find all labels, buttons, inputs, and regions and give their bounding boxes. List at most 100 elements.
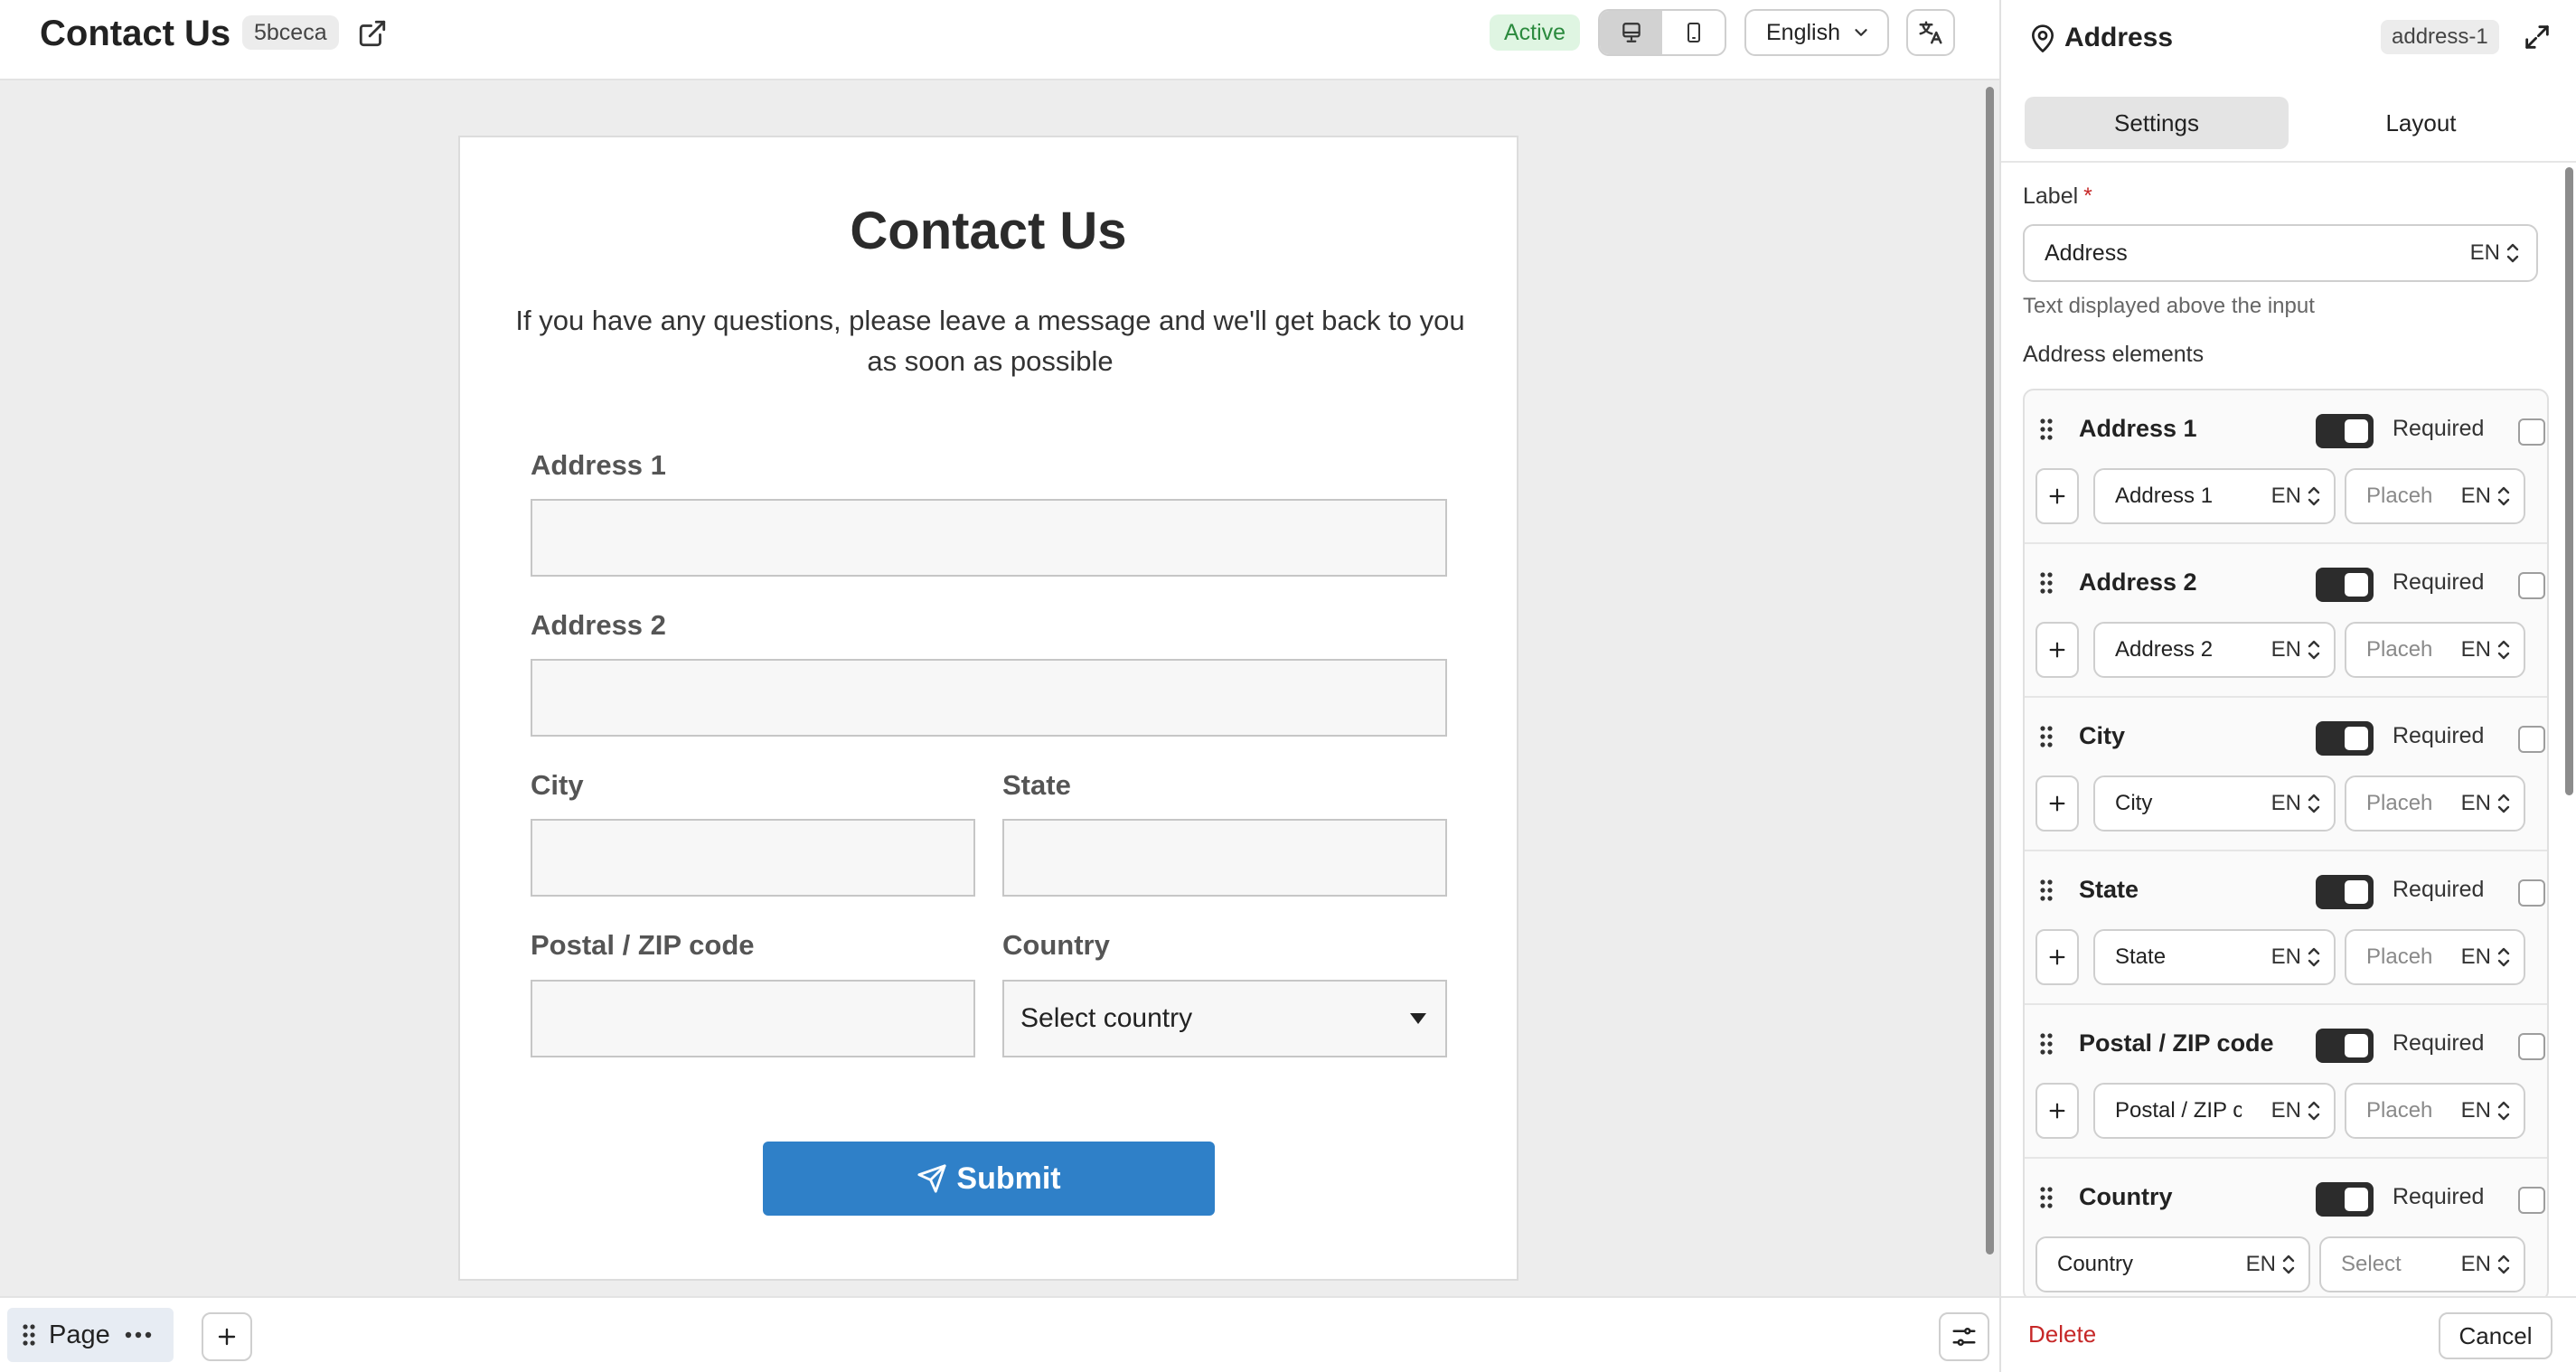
- mobile-view-button[interactable]: [1662, 11, 1725, 54]
- submit-button[interactable]: Submit: [763, 1142, 1215, 1216]
- add-element-button[interactable]: [2035, 468, 2079, 524]
- element-placeholder-value: Placeholder: [2366, 944, 2433, 969]
- lang-code: EN: [2460, 1252, 2491, 1276]
- chevron-up-down-icon: [2308, 947, 2320, 967]
- lang-code: EN: [2469, 240, 2500, 265]
- panel-footer: Delete Cancel: [2001, 1296, 2576, 1372]
- form-card: Contact Us If you have any questions, pl…: [458, 136, 1518, 1281]
- required-label: Required: [2393, 723, 2485, 748]
- lang-code: EN: [2245, 1252, 2276, 1276]
- add-element-button[interactable]: [2035, 622, 2079, 678]
- drag-handle-icon[interactable]: [2039, 571, 2054, 595]
- element-placeholder-lang-switch[interactable]: EN: [2461, 791, 2511, 816]
- element-placeholder-input[interactable]: Placeholder EN: [2345, 929, 2525, 985]
- drag-handle-icon[interactable]: [2039, 418, 2054, 441]
- element-placeholder-lang-switch[interactable]: EN: [2461, 1252, 2511, 1277]
- cancel-button[interactable]: Cancel: [2439, 1312, 2552, 1359]
- external-link-icon[interactable]: [357, 18, 388, 49]
- element-placeholder-input[interactable]: Placeholder EN: [2345, 775, 2525, 832]
- add-element-button[interactable]: [2035, 1083, 2079, 1139]
- drag-handle-icon[interactable]: [22, 1323, 36, 1347]
- element-label-lang-switch[interactable]: EN: [2271, 637, 2321, 663]
- country-select[interactable]: Select country: [1002, 980, 1447, 1057]
- lang-code: EN: [2460, 484, 2491, 508]
- label-input[interactable]: Address EN: [2023, 224, 2538, 282]
- plus-icon: [2049, 1103, 2065, 1119]
- drag-handle-icon[interactable]: [2039, 1032, 2054, 1056]
- page-settings-button[interactable]: [1939, 1312, 1989, 1361]
- address-elements-heading: Address elements: [2023, 342, 2205, 367]
- chevron-up-down-icon: [2282, 1255, 2295, 1274]
- drag-handle-icon[interactable]: [2039, 725, 2054, 748]
- city-input[interactable]: [531, 819, 975, 897]
- element-label-input[interactable]: Address 1 EN: [2093, 468, 2336, 524]
- element-label-lang-switch[interactable]: EN: [2271, 944, 2321, 970]
- required-checkbox[interactable]: [2518, 1187, 2545, 1214]
- element-visible-toggle[interactable]: [2316, 568, 2374, 602]
- required-checkbox[interactable]: [2518, 726, 2545, 753]
- address-element-row: State Required State EN Placeholder EN: [2025, 851, 2547, 1005]
- properties-panel: Address address-1 Settings Layout Label *…: [1999, 0, 2576, 1372]
- element-label-input[interactable]: Postal / ZIP code EN: [2093, 1083, 2336, 1139]
- address2-input[interactable]: [531, 659, 1447, 737]
- required-checkbox[interactable]: [2518, 879, 2545, 907]
- tab-layout[interactable]: Layout: [2289, 97, 2553, 149]
- lang-code: EN: [2270, 944, 2301, 969]
- postal-input[interactable]: [531, 980, 975, 1057]
- language-select[interactable]: English: [1744, 9, 1889, 56]
- element-placeholder-lang-switch[interactable]: EN: [2461, 1098, 2511, 1123]
- bottom-bar: [0, 1296, 1999, 1372]
- element-label-input[interactable]: State EN: [2093, 929, 2336, 985]
- add-page-button[interactable]: [202, 1312, 252, 1361]
- chevron-down-icon: [1855, 29, 1867, 36]
- element-placeholder-lang-switch[interactable]: EN: [2461, 484, 2511, 509]
- element-placeholder-input[interactable]: Select EN: [2319, 1236, 2525, 1292]
- more-icon[interactable]: [125, 1331, 152, 1339]
- required-checkbox[interactable]: [2518, 418, 2545, 446]
- label-lang-switch[interactable]: EN: [2470, 240, 2520, 266]
- required-checkbox[interactable]: [2518, 1033, 2545, 1060]
- element-label-lang-switch[interactable]: EN: [2246, 1252, 2296, 1277]
- drag-handle-icon[interactable]: [2039, 1186, 2054, 1209]
- desktop-view-button[interactable]: [1600, 11, 1662, 54]
- element-visible-toggle[interactable]: [2316, 721, 2374, 756]
- required-checkbox[interactable]: [2518, 572, 2545, 599]
- address1-input[interactable]: [531, 499, 1447, 577]
- element-placeholder-lang-switch[interactable]: EN: [2461, 637, 2511, 663]
- tab-settings[interactable]: Settings: [2025, 97, 2289, 149]
- element-placeholder-input[interactable]: Placeholder EN: [2345, 1083, 2525, 1139]
- element-placeholder-input[interactable]: Placeholder EN: [2345, 622, 2525, 678]
- add-element-button[interactable]: [2035, 929, 2079, 985]
- label-field-label: Label *: [2023, 183, 2092, 210]
- delete-button[interactable]: Delete: [2028, 1316, 2096, 1352]
- element-visible-toggle[interactable]: [2316, 1029, 2374, 1063]
- label-help-text: Text displayed above the input: [2023, 294, 2315, 318]
- chevron-up-down-icon: [2308, 486, 2320, 506]
- element-visible-toggle[interactable]: [2316, 414, 2374, 448]
- element-placeholder-input[interactable]: Placeholder EN: [2345, 468, 2525, 524]
- element-label-input[interactable]: Country EN: [2035, 1236, 2310, 1292]
- element-visible-toggle[interactable]: [2316, 875, 2374, 909]
- element-label-lang-switch[interactable]: EN: [2271, 484, 2321, 509]
- status-badge: Active: [1490, 14, 1581, 51]
- element-label-lang-switch[interactable]: EN: [2271, 791, 2321, 816]
- element-label-lang-switch[interactable]: EN: [2271, 1098, 2321, 1123]
- element-placeholder-lang-switch[interactable]: EN: [2461, 944, 2511, 970]
- form-subtitle: If you have any questions, please leave …: [515, 305, 1465, 377]
- canvas-scrollbar[interactable]: [1986, 87, 1994, 1255]
- drag-handle-icon[interactable]: [2039, 879, 2054, 902]
- state-input[interactable]: [1002, 819, 1447, 897]
- element-label-input[interactable]: City EN: [2093, 775, 2336, 832]
- panel-scrollbar[interactable]: [2565, 167, 2573, 795]
- element-label-input[interactable]: Address 2 EN: [2093, 622, 2336, 678]
- page-tab[interactable]: Page: [7, 1308, 174, 1362]
- expand-icon[interactable]: [2522, 22, 2552, 52]
- element-visible-toggle[interactable]: [2316, 1182, 2374, 1217]
- translate-button[interactable]: [1906, 9, 1955, 56]
- chevron-up-down-icon: [2497, 640, 2510, 660]
- address2-label: Address 2: [531, 609, 666, 641]
- add-element-button[interactable]: [2035, 775, 2079, 832]
- submit-label: Submit: [956, 1161, 1061, 1196]
- element-name: Address 1: [2079, 415, 2197, 442]
- element-placeholder-value: Placeholder: [2366, 791, 2433, 815]
